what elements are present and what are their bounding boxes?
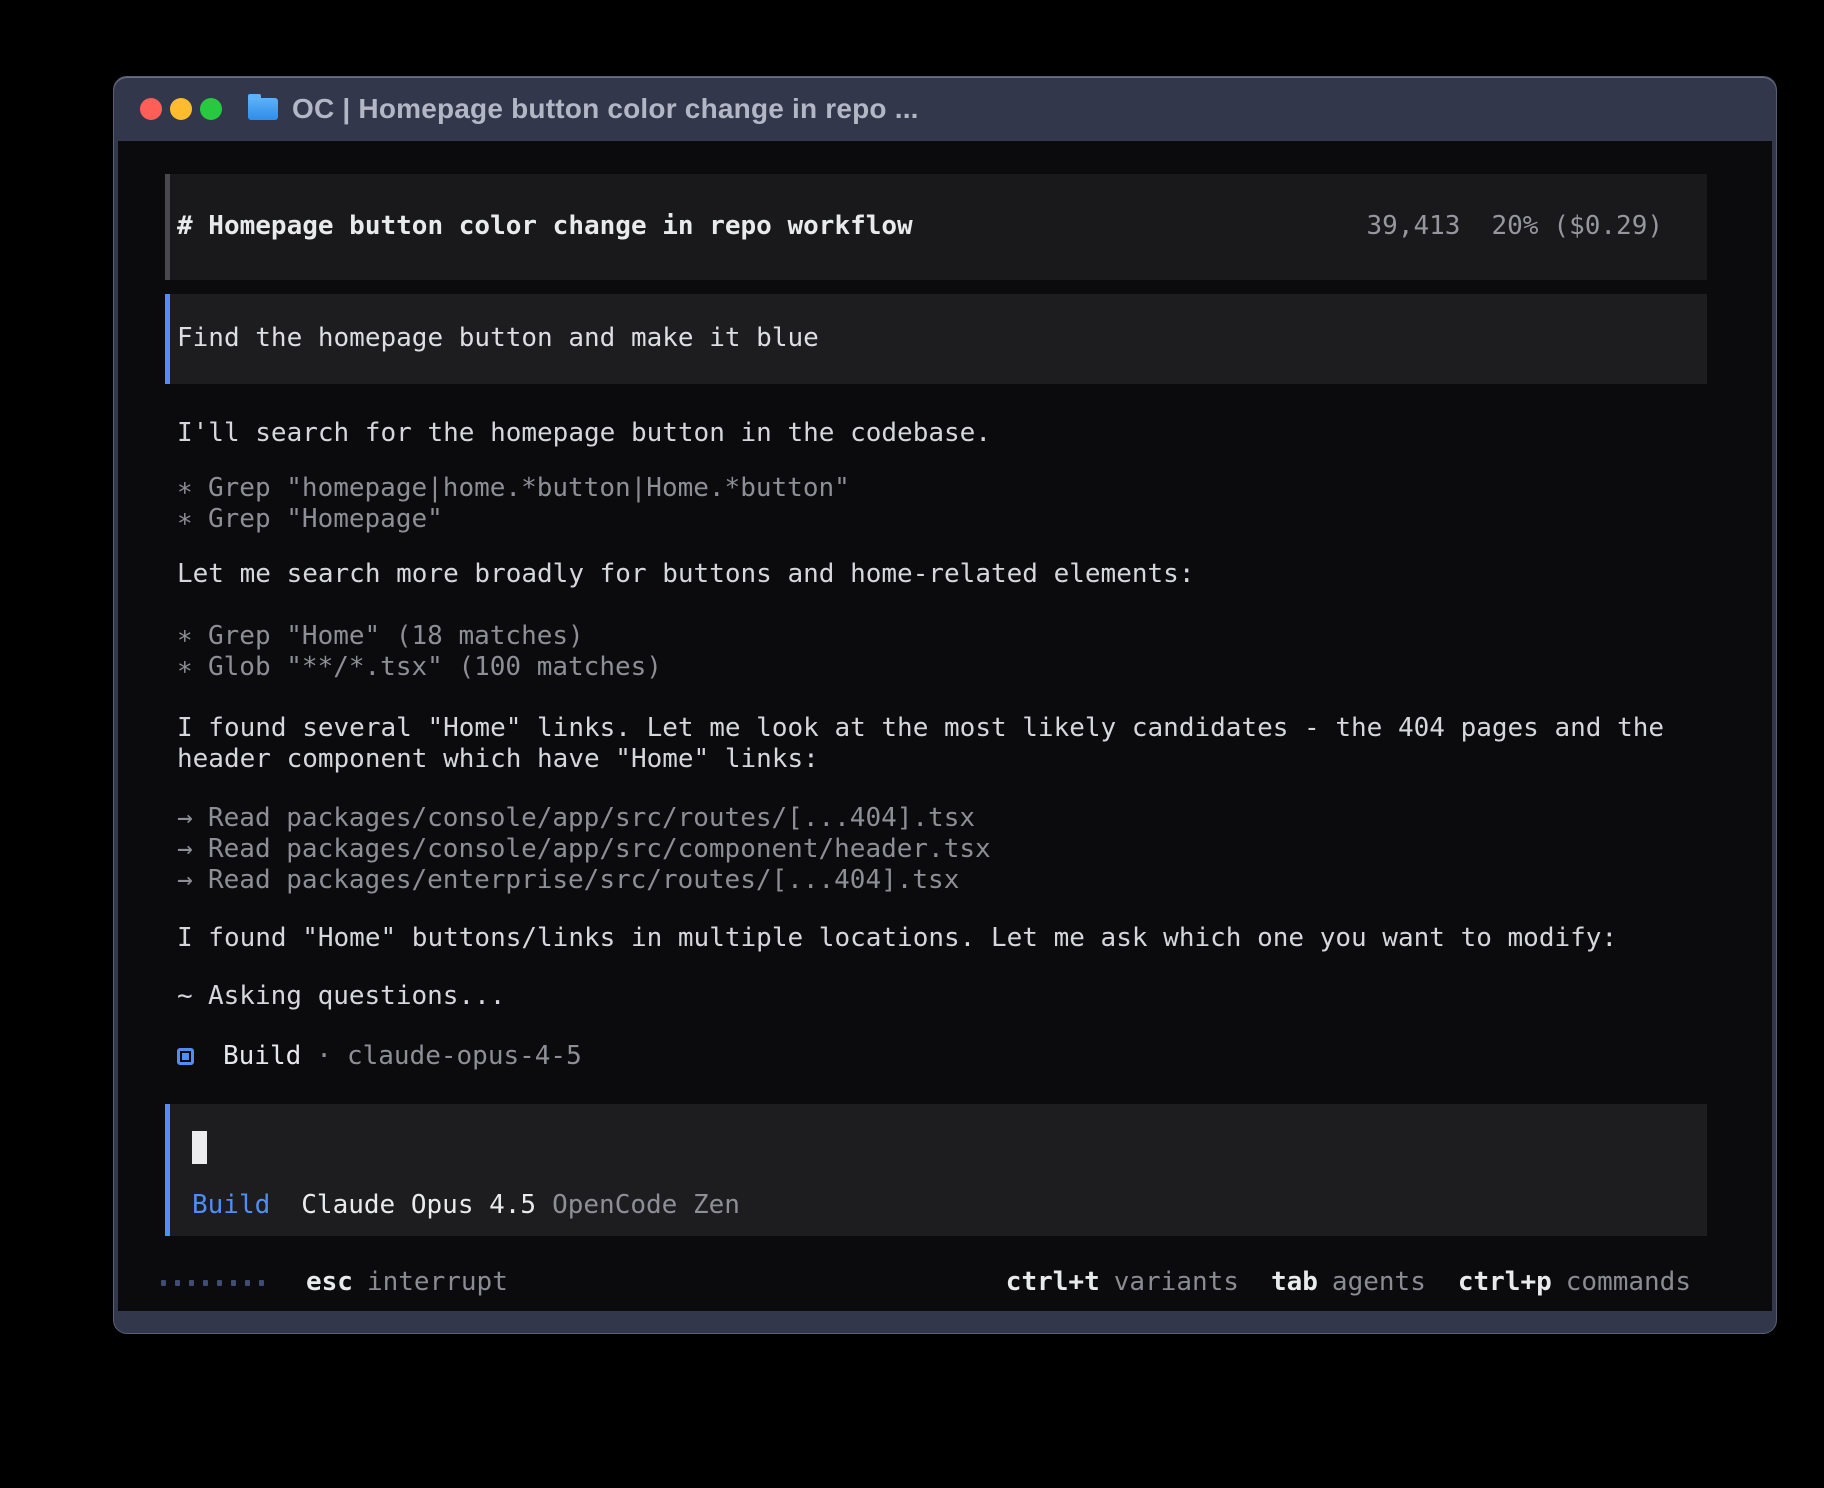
session-title: # Homepage button color change in repo w…: [177, 211, 913, 242]
close-button[interactable]: [140, 98, 162, 120]
model-name: claude-opus-4-5: [347, 1041, 582, 1072]
session-cost: ($0.29): [1553, 211, 1663, 242]
hint-interrupt: esc interrupt: [306, 1267, 508, 1298]
agent-badge: Build · claude-opus-4-5: [177, 1041, 1772, 1072]
agent-square-icon: [177, 1048, 194, 1065]
user-message: Find the homepage button and make it blu…: [165, 294, 1707, 384]
status-bar: esc interrupt ctrl+t variants tab agents…: [161, 1267, 1691, 1298]
read-call: → Read packages/enterprise/src/routes/[.…: [177, 865, 1772, 896]
variants-label: variants: [1114, 1267, 1239, 1298]
arrow-right-icon: →: [177, 834, 208, 865]
hint-agents: tab agents: [1271, 1267, 1426, 1298]
tool-bullet-icon: ∗: [177, 473, 208, 504]
context-percent: 20%: [1491, 211, 1538, 242]
tool-bullet-icon: ∗: [177, 621, 208, 652]
read-call-list: → Read packages/console/app/src/routes/[…: [177, 803, 1772, 896]
session-stats: 39,413 20% ($0.29): [1367, 211, 1663, 242]
tool-bullet-icon: ∗: [177, 504, 208, 535]
prompt-input[interactable]: Build Claude Opus 4.5 OpenCode Zen: [165, 1104, 1707, 1236]
input-meta: Build Claude Opus 4.5 OpenCode Zen: [192, 1190, 1707, 1221]
tool-call-text: Glob "**/*.tsx" (100 matches): [208, 652, 662, 683]
tool-call-list: ∗ Grep "homepage|home.*button|Home.*butt…: [177, 473, 1772, 535]
hint-variants: ctrl+t variants: [1006, 1267, 1239, 1298]
folder-icon: [248, 98, 278, 120]
tool-call: ∗ Glob "**/*.tsx" (100 matches): [177, 652, 1772, 683]
tool-call: ∗ Grep "Homepage": [177, 504, 1772, 535]
dot-separator: ·: [316, 1041, 332, 1072]
tilde-icon: ~: [177, 981, 208, 1012]
ctrl-t-key: ctrl+t: [1006, 1267, 1100, 1298]
input-model-label[interactable]: Claude Opus 4.5: [301, 1190, 536, 1221]
token-count: 39,413: [1367, 211, 1461, 242]
arrow-right-icon: →: [177, 803, 208, 834]
titlebar: OC | Homepage button color change in rep…: [114, 77, 1776, 141]
tool-call-list: ∗ Grep "Home" (18 matches) ∗ Glob "**/*.…: [177, 621, 1772, 683]
input-provider-label: OpenCode Zen: [552, 1190, 740, 1221]
terminal-content: # Homepage button color change in repo w…: [118, 141, 1772, 1311]
arrow-right-icon: →: [177, 865, 208, 896]
ctrl-p-key: ctrl+p: [1458, 1267, 1552, 1298]
read-call: → Read packages/console/app/src/routes/[…: [177, 803, 1772, 834]
agents-label: agents: [1332, 1267, 1426, 1298]
assistant-text: I found "Home" buttons/links in multiple…: [177, 923, 1669, 954]
agent-name: Build: [223, 1041, 301, 1072]
assistant-text: I'll search for the homepage button in t…: [177, 418, 1772, 449]
user-message-text: Find the homepage button and make it blu…: [177, 323, 819, 353]
status-line-text: Asking questions...: [208, 981, 505, 1012]
hint-group-right: ctrl+t variants tab agents ctrl+p comman…: [1006, 1267, 1691, 1298]
status-line: ~ Asking questions...: [177, 981, 1772, 1012]
read-call-text: Read packages/enterprise/src/routes/[...…: [208, 865, 959, 896]
tool-call: ∗ Grep "homepage|home.*button|Home.*butt…: [177, 473, 1772, 504]
input-agent-label[interactable]: Build: [192, 1190, 270, 1221]
assistant-text: I found several "Home" links. Let me loo…: [177, 713, 1669, 775]
terminal-window: OC | Homepage button color change in rep…: [113, 76, 1777, 1334]
tool-call-text: Grep "Homepage": [208, 504, 443, 535]
esc-key: esc: [306, 1267, 353, 1298]
window-title: OC | Homepage button color change in rep…: [292, 93, 919, 125]
tool-bullet-icon: ∗: [177, 652, 208, 683]
tool-call-text: Grep "homepage|home.*button|Home.*button…: [208, 473, 850, 504]
maximize-button[interactable]: [200, 98, 222, 120]
tool-call-text: Grep "Home" (18 matches): [208, 621, 584, 652]
tab-key: tab: [1271, 1267, 1318, 1298]
text-cursor: [192, 1131, 207, 1164]
esc-label: interrupt: [367, 1267, 508, 1298]
minimize-button[interactable]: [170, 98, 192, 120]
read-call: → Read packages/console/app/src/componen…: [177, 834, 1772, 865]
spinner-dots-icon: [161, 1280, 264, 1286]
tool-call: ∗ Grep "Home" (18 matches): [177, 621, 1772, 652]
read-call-text: Read packages/console/app/src/routes/[..…: [208, 803, 975, 834]
traffic-lights: [140, 98, 222, 120]
assistant-text: Let me search more broadly for buttons a…: [177, 559, 1772, 590]
hint-commands: ctrl+p commands: [1458, 1267, 1691, 1298]
session-header: # Homepage button color change in repo w…: [165, 174, 1707, 280]
read-call-text: Read packages/console/app/src/component/…: [208, 834, 991, 865]
commands-label: commands: [1566, 1267, 1691, 1298]
